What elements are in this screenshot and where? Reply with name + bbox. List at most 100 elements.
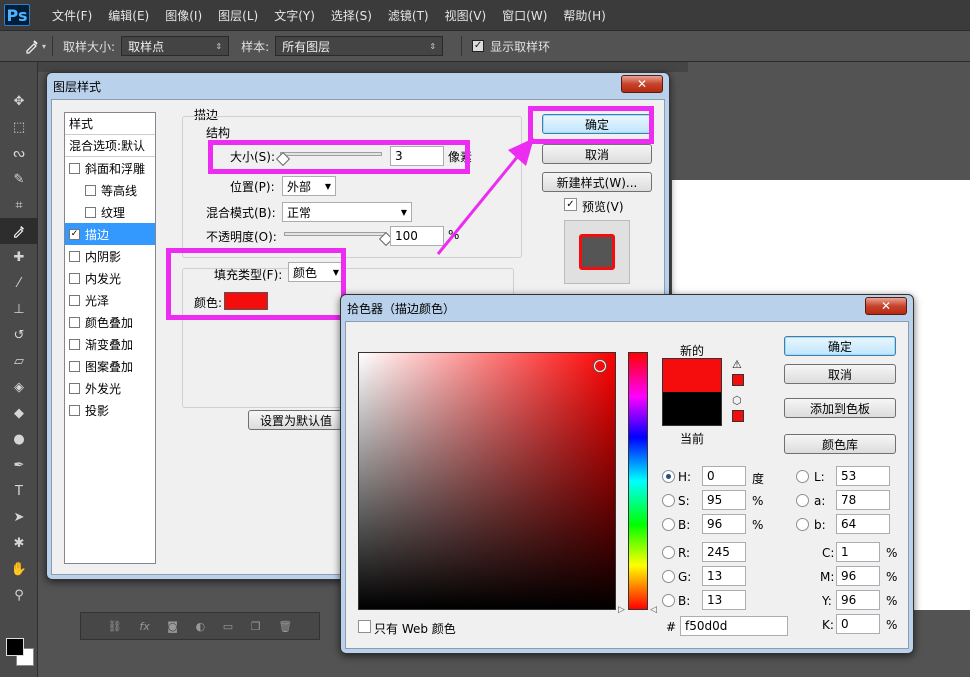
hue-left-arrow-icon[interactable]: ▷ (618, 605, 625, 615)
hex-input[interactable]: f50d0d (680, 616, 788, 636)
hand-tool-icon[interactable]: ✋ (0, 556, 38, 582)
brightness-input[interactable]: 96 (702, 514, 746, 534)
eraser-tool-icon[interactable]: ▱ (0, 348, 38, 374)
black-input[interactable]: 0 (836, 614, 880, 634)
styles-header[interactable]: 样式 (65, 113, 155, 135)
healing-brush-icon[interactable]: ✚ (0, 244, 38, 270)
menu-file[interactable]: 文件(F) (44, 7, 100, 24)
saturation-input[interactable]: 95 (702, 490, 746, 510)
style-item-checkbox[interactable] (85, 206, 96, 218)
style-item[interactable]: 光泽 (65, 289, 155, 311)
opacity-slider[interactable] (284, 232, 386, 236)
green-radio[interactable] (662, 570, 675, 583)
color-selector-circle[interactable] (594, 360, 606, 372)
trash-icon[interactable]: 🗑 (278, 620, 292, 633)
dodge-tool-icon[interactable]: ● (0, 426, 38, 452)
current-color-swatch[interactable] (662, 392, 722, 426)
close-button[interactable]: ✕ (621, 75, 663, 93)
adjustment-icon[interactable]: ◐ (196, 620, 206, 633)
tool-preset-arrow-icon[interactable]: ▾ (42, 42, 46, 51)
web-safe-cube-icon[interactable]: ⬡ (732, 394, 742, 407)
blue-radio[interactable] (662, 594, 675, 607)
style-item-checkbox[interactable] (69, 360, 80, 372)
quick-select-tool-icon[interactable]: ✎ (0, 166, 38, 192)
new-style-button[interactable]: 新建样式(W)... (542, 172, 652, 192)
style-item[interactable]: 内阴影 (65, 245, 155, 267)
blend-mode-select[interactable]: 正常 ▼ (282, 202, 412, 222)
hue-input[interactable]: 0 (702, 466, 746, 486)
style-item[interactable]: 纹理 (65, 201, 155, 223)
hue-slider[interactable] (628, 352, 648, 610)
shape-tool-icon[interactable]: ✱ (0, 530, 38, 556)
color-swatches[interactable] (6, 634, 36, 668)
menu-type[interactable]: 文字(Y) (266, 7, 323, 24)
style-item[interactable]: 颜色叠加 (65, 311, 155, 333)
brush-tool-icon[interactable]: ⁄ (0, 270, 38, 296)
crop-tool-icon[interactable]: ⌗ (0, 192, 38, 218)
blending-options-item[interactable]: 混合选项:默认 (65, 135, 155, 157)
type-tool-icon[interactable]: T (0, 478, 38, 504)
a-channel-radio[interactable] (796, 494, 809, 507)
gamut-color-swatch[interactable] (732, 374, 744, 386)
style-item-checkbox[interactable] (69, 404, 80, 416)
menu-window[interactable]: 窗口(W) (494, 7, 555, 24)
a-channel-input[interactable]: 78 (836, 490, 890, 510)
foreground-color-swatch[interactable] (6, 638, 24, 656)
lightness-radio[interactable] (796, 470, 809, 483)
set-default-button[interactable]: 设置为默认值 (248, 410, 344, 430)
yellow-input[interactable]: 96 (836, 590, 880, 610)
style-item[interactable]: 外发光 (65, 377, 155, 399)
menu-select[interactable]: 选择(S) (323, 7, 380, 24)
blue-input[interactable]: 13 (702, 590, 746, 610)
style-item-checkbox[interactable] (85, 184, 96, 196)
style-item[interactable]: 等高线 (65, 179, 155, 201)
clone-stamp-icon[interactable]: ⊥ (0, 296, 38, 322)
saturation-radio[interactable] (662, 494, 675, 507)
move-tool-icon[interactable]: ✥ (0, 88, 38, 114)
style-item-checkbox[interactable] (69, 250, 80, 262)
hue-radio[interactable] (662, 470, 675, 483)
pen-tool-icon[interactable]: ✒ (0, 452, 38, 478)
style-item[interactable]: 投影 (65, 399, 155, 421)
fx-icon[interactable]: fx (139, 620, 149, 633)
marquee-tool-icon[interactable]: ⬚ (0, 114, 38, 140)
menu-view[interactable]: 视图(V) (437, 7, 495, 24)
mask-icon[interactable]: ◙ (167, 620, 178, 633)
green-input[interactable]: 13 (702, 566, 746, 586)
style-item-checkbox[interactable] (69, 294, 80, 306)
style-item-checkbox[interactable] (69, 316, 80, 328)
color-libraries-button[interactable]: 颜色库 (784, 434, 896, 454)
folder-icon[interactable]: ▭ (223, 620, 233, 633)
close-button[interactable]: ✕ (865, 297, 907, 315)
b-channel-radio[interactable] (796, 518, 809, 531)
lasso-tool-icon[interactable]: ᔓ (0, 140, 38, 166)
style-item-checkbox[interactable] (69, 272, 80, 284)
sample-size-select[interactable]: 取样点 ⇕ (121, 36, 230, 56)
red-input[interactable]: 245 (702, 542, 746, 562)
add-to-swatches-button[interactable]: 添加到色板 (784, 398, 896, 418)
magenta-input[interactable]: 96 (836, 566, 880, 586)
hue-right-arrow-icon[interactable]: ◁ (650, 605, 657, 615)
b-channel-input[interactable]: 64 (836, 514, 890, 534)
layer-style-titlebar[interactable]: 图层样式 ✕ (47, 73, 669, 99)
eyedropper-tool-icon[interactable] (0, 218, 38, 244)
menu-layer[interactable]: 图层(L) (210, 7, 266, 24)
paint-bucket-icon[interactable]: ◈ (0, 374, 38, 400)
brightness-radio[interactable] (662, 518, 675, 531)
new-layer-icon[interactable]: ❐ (251, 620, 261, 633)
preview-checkbox[interactable]: ✓ (564, 198, 577, 211)
style-item[interactable]: 渐变叠加 (65, 333, 155, 355)
zoom-tool-icon[interactable]: ⚲ (0, 582, 38, 608)
sample-select[interactable]: 所有图层 ⇕ (275, 36, 444, 56)
style-item[interactable]: 图案叠加 (65, 355, 155, 377)
out-of-gamut-warning-icon[interactable]: ⚠ (732, 358, 742, 371)
lightness-input[interactable]: 53 (836, 466, 890, 486)
history-brush-icon[interactable]: ↺ (0, 322, 38, 348)
cancel-button[interactable]: 取消 (784, 364, 896, 384)
web-safe-color-swatch[interactable] (732, 410, 744, 422)
style-item[interactable]: ✓ 描边 (65, 223, 155, 245)
menu-filter[interactable]: 滤镜(T) (380, 7, 437, 24)
style-item-checkbox[interactable]: ✓ (69, 228, 80, 240)
style-item[interactable]: 斜面和浮雕 (65, 157, 155, 179)
ok-button[interactable]: 确定 (784, 336, 896, 356)
